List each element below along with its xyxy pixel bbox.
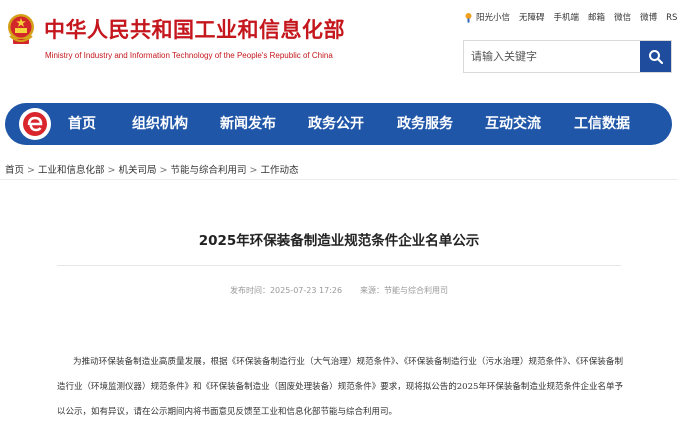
breadcrumb-ministry[interactable]: 工业和信息化部 xyxy=(38,165,105,176)
nav-item-gov-services[interactable]: 政务服务 xyxy=(397,103,453,145)
published-time: 2025-07-23 17:26 xyxy=(269,286,343,295)
breadcrumb-departments[interactable]: 机关司局 xyxy=(118,165,156,176)
source-label: 来源： xyxy=(360,286,385,295)
site-logo-icon xyxy=(23,112,47,136)
national-emblem-icon xyxy=(8,14,34,44)
top-links: 阳光小信 无障碍 手机端 邮箱 微信 微博 RSS订阅 xyxy=(464,11,678,23)
breadcrumb: 首页 > 工业和信息化部 > 机关司局 > 节能与综合利用司 > 工作动态 xyxy=(5,162,298,176)
toplink-rss[interactable]: RSS订阅 xyxy=(666,11,678,23)
site-logo[interactable] xyxy=(19,108,51,140)
toplink-email[interactable]: 邮箱 xyxy=(588,11,605,23)
divider xyxy=(0,179,678,180)
search-box xyxy=(463,40,672,73)
site-subtitle: Ministry of Industry and Information Tec… xyxy=(45,51,333,60)
main-nav: 首页 组织机构 新闻发布 政务公开 政务服务 互动交流 工信数据 xyxy=(5,103,672,145)
breadcrumb-separator: > xyxy=(159,165,168,176)
site-title[interactable]: 中华人民共和国工业和信息化部 xyxy=(44,14,345,44)
nav-item-gov-affairs[interactable]: 政务公开 xyxy=(308,103,364,145)
search-button[interactable] xyxy=(640,41,671,72)
breadcrumb-work-news[interactable]: 工作动态 xyxy=(260,165,298,176)
toplink-accessibility[interactable]: 无障碍 xyxy=(519,11,545,23)
search-icon xyxy=(648,49,663,64)
toplink-sunshine[interactable]: 阳光小信 xyxy=(476,11,510,23)
divider xyxy=(57,265,621,266)
nav-item-data[interactable]: 工信数据 xyxy=(574,103,630,145)
nav-item-organization[interactable]: 组织机构 xyxy=(132,103,188,145)
nav-item-interaction[interactable]: 互动交流 xyxy=(485,103,541,145)
nav-item-news[interactable]: 新闻发布 xyxy=(220,103,276,145)
article-body: 为推动环保装备制造业高质量发展，根据《环保装备制造行业（大气治理）规范条件》、《… xyxy=(57,357,623,417)
search-input[interactable] xyxy=(464,41,640,72)
breadcrumb-separator: > xyxy=(249,165,258,176)
sunshine-icon xyxy=(465,12,472,22)
nav-item-home[interactable]: 首页 xyxy=(68,103,96,145)
breadcrumb-energy-dept[interactable]: 节能与综合利用司 xyxy=(170,165,246,176)
toplink-wechat[interactable]: 微信 xyxy=(614,11,631,23)
article-meta: 发布时间：2025-07-23 17:26 来源：节能与综合利用司 xyxy=(0,285,678,296)
toplink-mobile[interactable]: 手机端 xyxy=(554,11,580,23)
breadcrumb-separator: > xyxy=(107,165,116,176)
source-value: 节能与综合利用司 xyxy=(384,286,449,295)
article-title: 2025年环保装备制造业规范条件企业名单公示 xyxy=(198,233,480,249)
breadcrumb-home[interactable]: 首页 xyxy=(5,165,24,176)
breadcrumb-separator: > xyxy=(27,165,35,176)
published-label: 发布时间： xyxy=(229,286,270,295)
toplink-weibo[interactable]: 微博 xyxy=(640,11,657,23)
